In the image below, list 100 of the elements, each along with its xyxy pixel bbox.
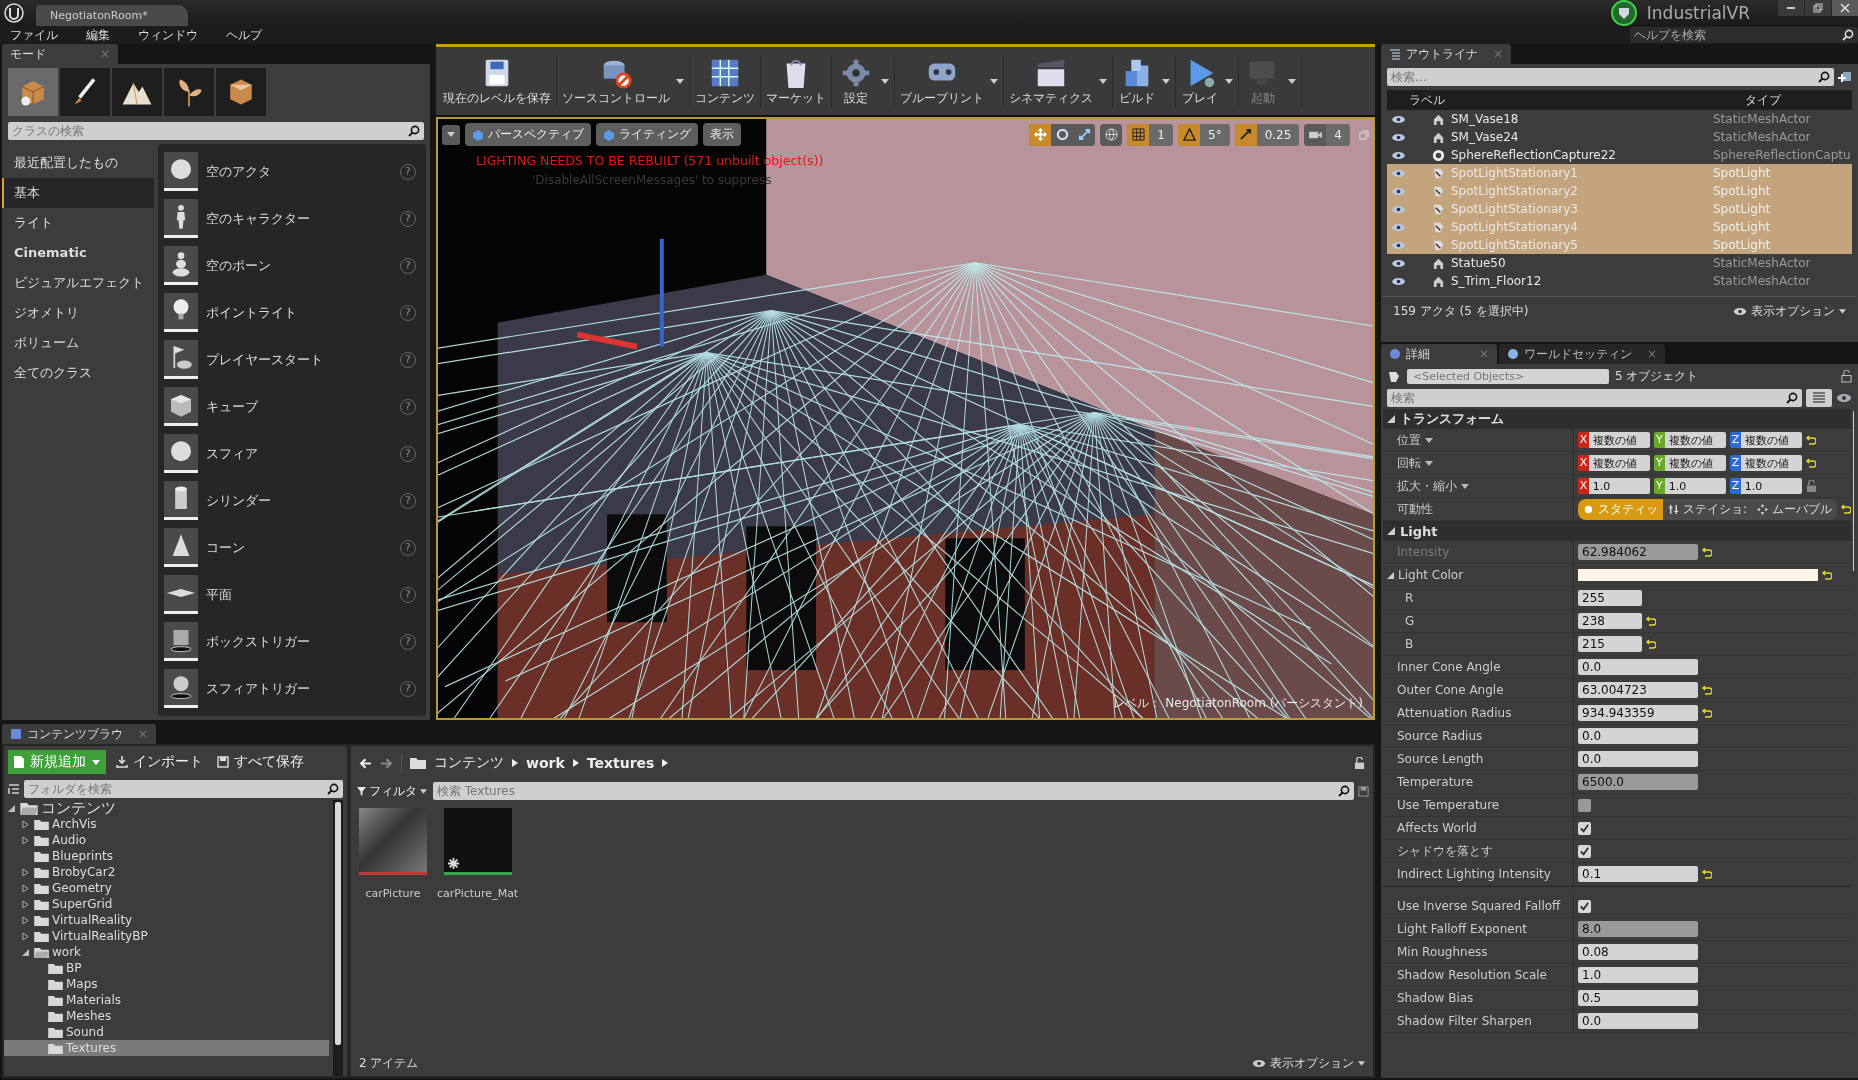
vector-component-field[interactable]: 複数の値 <box>1664 432 1726 448</box>
forward-arrow-icon[interactable] <box>380 756 393 770</box>
folder-item[interactable]: Maps <box>4 976 329 992</box>
shopping-bag-button[interactable]: マーケット <box>763 53 829 109</box>
grid-snap-toggle[interactable] <box>1127 123 1150 146</box>
rotation-snap-toggle[interactable] <box>1178 123 1200 146</box>
eye-icon[interactable] <box>1836 393 1852 403</box>
folder-search-field[interactable]: フォルダを検索 <box>24 780 323 798</box>
outliner-tab[interactable]: アウトライナ × <box>1381 44 1512 64</box>
close-button[interactable] <box>1832 0 1858 16</box>
folder-item[interactable]: ArchVis <box>4 816 329 832</box>
collapsed-arrow-icon[interactable] <box>22 932 29 940</box>
reset-arrow-icon[interactable] <box>1646 639 1656 649</box>
eye-icon[interactable] <box>1391 276 1406 286</box>
asset-search-field[interactable]: 検索 Textures <box>433 782 1334 800</box>
search-icon[interactable] <box>1782 389 1802 407</box>
actor-row[interactable]: SM_Vase24 StaticMeshActor <box>1387 128 1852 146</box>
show-view-button[interactable]: 表示 <box>703 123 741 146</box>
actor-class-label[interactable]: 空のキャラクター <box>206 209 392 228</box>
collapsed-arrow-icon[interactable] <box>22 836 29 844</box>
eye-icon[interactable] <box>1391 186 1406 196</box>
dropdown-arrow-icon[interactable] <box>990 78 998 84</box>
reset-arrow-icon[interactable] <box>1702 708 1712 718</box>
number-field[interactable]: 238 <box>1578 613 1642 629</box>
number-field[interactable]: 0.0 <box>1578 751 1698 767</box>
category-item[interactable]: 最近配置したもの <box>2 148 154 178</box>
folder-item[interactable]: Sound <box>4 1024 329 1040</box>
actor-class-label[interactable]: スフィアトリガー <box>206 679 392 698</box>
view-options-button[interactable]: 表示オプション <box>1252 1055 1365 1072</box>
asset-name[interactable]: carPicture <box>365 887 421 900</box>
column-header[interactable]: ラベル <box>1387 91 1745 109</box>
search-icon[interactable] <box>323 780 343 798</box>
menu-item[interactable]: ヘルプ <box>226 26 262 44</box>
eye-icon[interactable] <box>1391 132 1406 142</box>
dropdown-arrow-icon[interactable] <box>676 78 684 84</box>
folder-item[interactable]: Geometry <box>4 880 329 896</box>
category-item[interactable]: ライト <box>2 208 154 238</box>
vector-component-field[interactable]: 1.0 <box>1740 478 1802 494</box>
number-field[interactable]: 255 <box>1578 590 1642 606</box>
dropdown-arrow-icon[interactable] <box>1099 78 1107 84</box>
content-browser-tab[interactable]: コンテンツブラウ × <box>2 724 157 744</box>
mobility-option[interactable]: ムーバブル <box>1752 498 1838 520</box>
number-field[interactable]: 215 <box>1578 636 1642 652</box>
minimize-button[interactable] <box>1778 0 1804 16</box>
search-icon[interactable] <box>1838 27 1858 43</box>
unlock-icon[interactable] <box>1841 370 1852 383</box>
number-field[interactable]: 0.5 <box>1578 990 1698 1006</box>
collapsed-arrow-icon[interactable] <box>22 900 29 908</box>
reset-arrow-icon[interactable] <box>1806 435 1816 445</box>
property-label[interactable]: 位置 <box>1383 431 1573 449</box>
section-header[interactable]: トランスフォーム <box>1400 410 1504 428</box>
checkbox[interactable] <box>1578 899 1591 913</box>
view-options-button[interactable]: 表示オプション <box>1733 303 1846 320</box>
mountain-tool-button[interactable] <box>112 68 162 116</box>
color-swatch[interactable] <box>1578 569 1818 581</box>
modes-tab[interactable]: モード × <box>2 44 118 64</box>
category-item[interactable]: ボリューム <box>2 328 154 358</box>
number-field[interactable]: 934.943359 <box>1578 705 1698 721</box>
dropdown-arrow-icon[interactable] <box>1225 78 1233 84</box>
reset-arrow-icon[interactable] <box>1822 570 1832 580</box>
gamepad-button[interactable]: ブループリント <box>897 53 987 109</box>
checkbox[interactable] <box>1578 798 1591 812</box>
property-label[interactable]: 回転 <box>1383 454 1573 472</box>
breadcrumb-item[interactable]: work <box>526 755 565 771</box>
vector-component-field[interactable]: 複数の値 <box>1664 455 1726 471</box>
import-button[interactable]: インポート <box>112 750 207 774</box>
folder-item[interactable]: Audio <box>4 832 329 848</box>
actor-class-label[interactable]: キューブ <box>206 397 392 416</box>
collapsed-arrow-icon[interactable] <box>22 884 29 892</box>
database-button[interactable]: ソースコントロール <box>559 53 673 109</box>
menu-item[interactable]: ウィンドウ <box>138 26 198 44</box>
level-tab[interactable]: NegotiatonRoom* <box>36 5 188 26</box>
snap-value-dropdown[interactable]: 1 <box>1149 123 1173 146</box>
actor-row[interactable]: SphereReflectionCapture22 SphereReflectionCaptu <box>1387 146 1852 164</box>
checkbox[interactable] <box>1578 844 1591 858</box>
dropdown-arrow-icon[interactable] <box>881 78 889 84</box>
tree-toggle-icon[interactable] <box>8 783 20 795</box>
class-search-field[interactable]: クラスの検索 <box>8 122 404 140</box>
vector-component-field[interactable]: 1.0 <box>1588 478 1650 494</box>
vector-component-field[interactable]: 1.0 <box>1664 478 1726 494</box>
dropdown-arrow-icon[interactable] <box>1162 78 1170 84</box>
eye-icon[interactable] <box>1391 114 1406 124</box>
breadcrumb-item[interactable]: Textures <box>586 755 655 771</box>
actor-class-label[interactable]: スフィア <box>206 444 392 463</box>
folder-item[interactable]: VirtualReality <box>4 912 329 928</box>
photo-placeholder[interactable] <box>359 808 427 875</box>
chevron-right-icon[interactable] <box>512 759 518 767</box>
category-item[interactable]: Cinematic <box>2 238 154 268</box>
brush-tool-button[interactable] <box>60 68 110 116</box>
vector-component-field[interactable]: 複数の値 <box>1588 455 1650 471</box>
back-arrow-icon[interactable] <box>359 756 372 770</box>
number-field[interactable]: 63.004723 <box>1578 682 1698 698</box>
perspective-view-button[interactable]: パースペクティブ <box>465 123 591 146</box>
menu-item[interactable]: ファイル <box>10 26 58 44</box>
scrollbar[interactable] <box>333 800 343 1076</box>
help-search-field[interactable]: ヘルプを検索 <box>1630 27 1838 43</box>
outliner-search-field[interactable]: 検索... <box>1387 68 1814 86</box>
reset-arrow-icon[interactable] <box>1702 685 1712 695</box>
expanded-arrow-icon[interactable] <box>22 948 29 956</box>
stacked-blocks-button[interactable]: ビルド <box>1115 53 1159 109</box>
